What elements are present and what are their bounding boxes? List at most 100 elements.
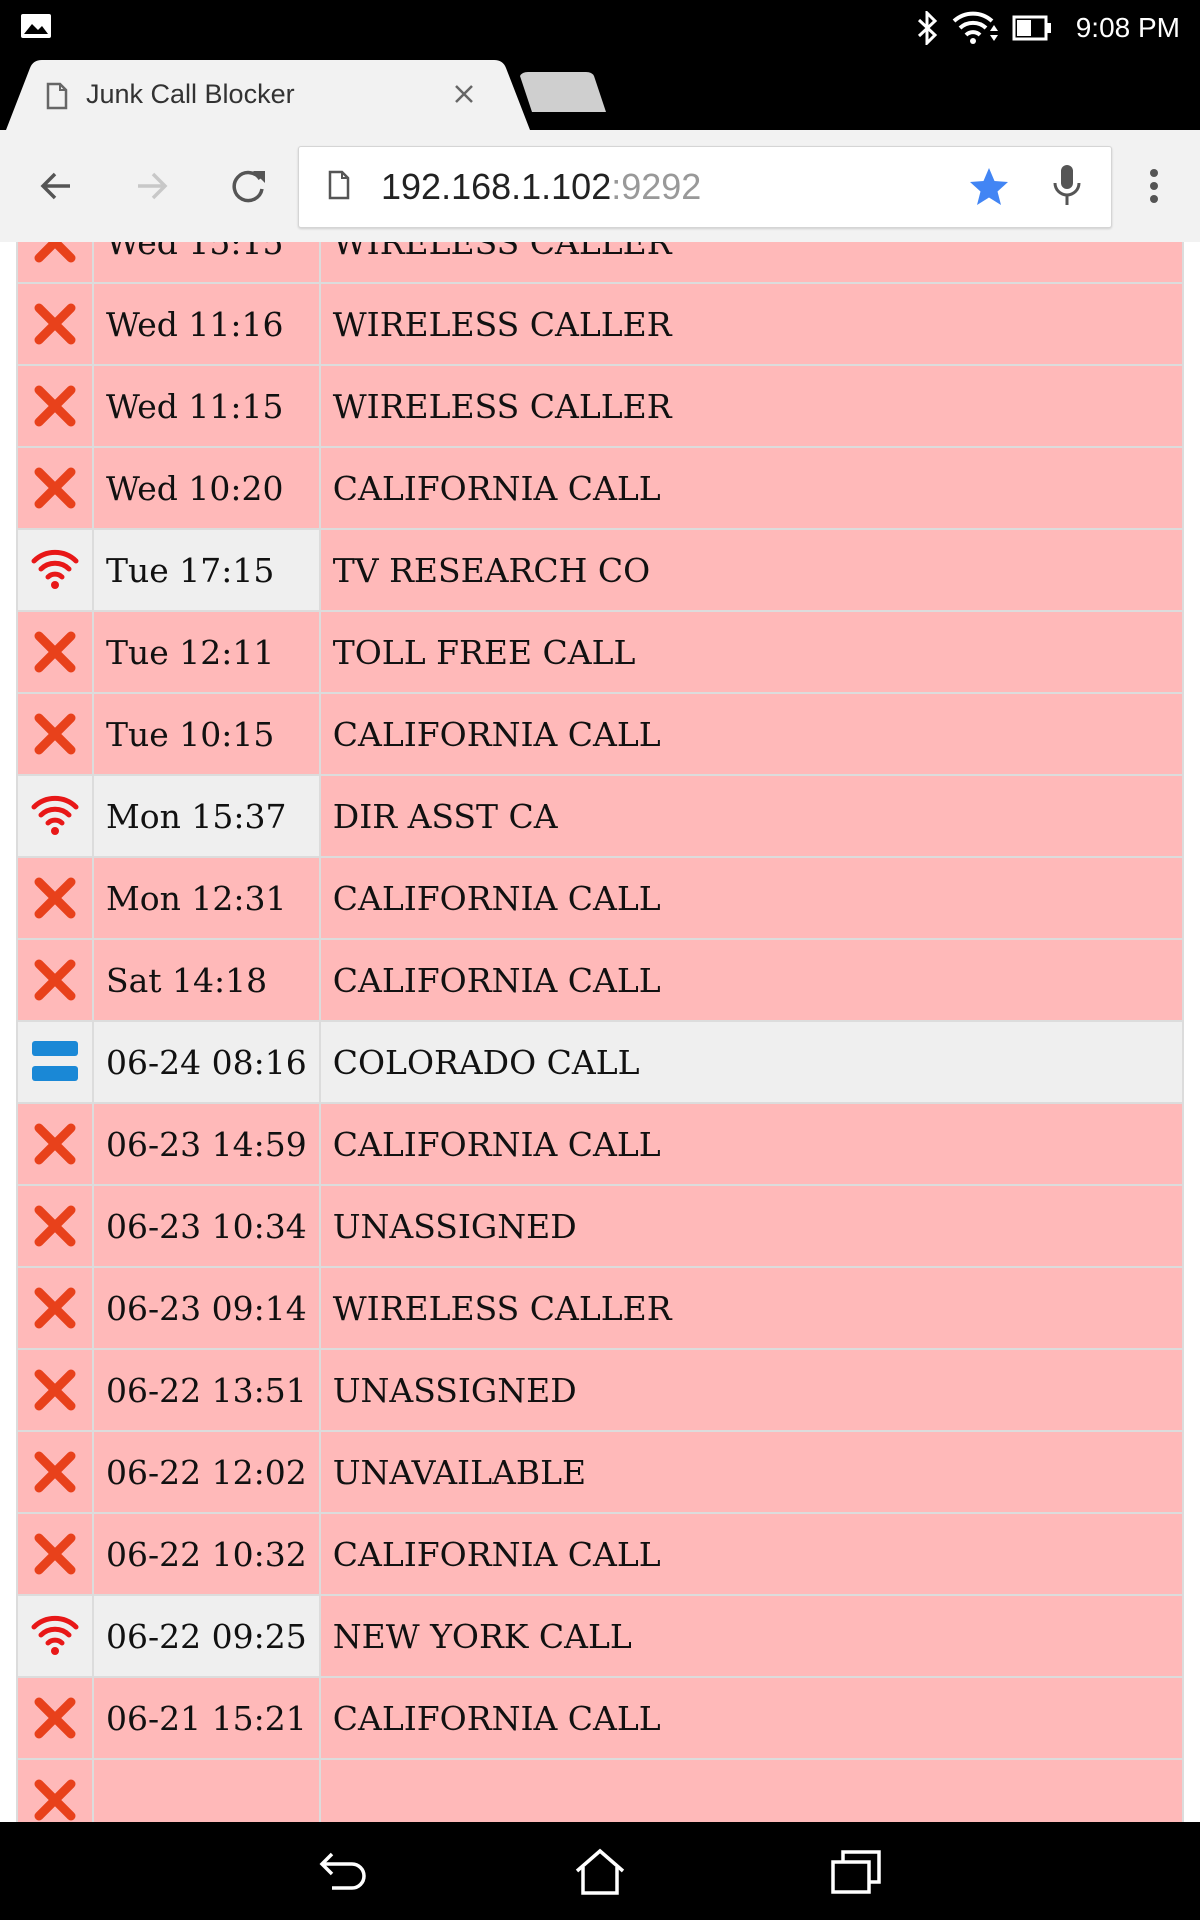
- navigation-bar: [0, 1822, 1200, 1920]
- menu-button[interactable]: [1136, 160, 1172, 212]
- call-row: 06-23 14:59 CALIFORNIA CALL: [16, 1102, 1185, 1186]
- address-bar[interactable]: 192.168.1.102:9292: [298, 146, 1112, 228]
- x-icon: [30, 709, 80, 759]
- caller-name: CALIFORNIA CALL: [318, 446, 1185, 530]
- call-status-cell: [16, 692, 94, 776]
- tab-junk-call-blocker[interactable]: Junk Call Blocker: [6, 60, 530, 130]
- call-time: Tue 12:11: [92, 610, 321, 694]
- page-content: Wed 15:15 WIRELESS CALLER Wed 11:16 WIRELES…: [0, 242, 1200, 1822]
- call-row: Tue 10:15 CALIFORNIA CALL: [16, 692, 1185, 776]
- arrow-back-icon: [40, 172, 70, 200]
- call-status-cell: [16, 774, 94, 858]
- tab-title: Junk Call Blocker: [86, 79, 295, 109]
- call-time: 06-22 12:02: [92, 1430, 321, 1514]
- call-row: Wed 10:20 CALIFORNIA CALL: [16, 446, 1185, 530]
- call-status-cell: [16, 446, 94, 530]
- call-status-cell: [16, 1102, 94, 1186]
- call-time: 06-21 15:21: [92, 1676, 321, 1760]
- call-time: 06-22 09:25: [92, 1594, 321, 1678]
- call-row: 06-22 10:32 CALIFORNIA CALL: [16, 1512, 1185, 1596]
- x-icon: [30, 1447, 80, 1497]
- call-time: Wed 11:15: [92, 364, 321, 448]
- home-icon: [575, 1848, 625, 1895]
- x-icon: [30, 463, 80, 513]
- signal-icon: [30, 791, 80, 841]
- call-row: Tue 17:15 TV RESEARCH CO: [16, 528, 1185, 612]
- call-row: [16, 1758, 1185, 1822]
- call-status-cell: [16, 610, 94, 694]
- microphone-icon[interactable]: [1051, 163, 1083, 209]
- recents-icon: [831, 1850, 881, 1894]
- caller-name: WIRELESS CALLER: [318, 282, 1185, 366]
- bookmark-star-icon[interactable]: [967, 165, 1011, 209]
- caller-name: CALIFORNIA CALL: [318, 692, 1185, 776]
- call-row: 06-21 15:21 CALIFORNIA CALL: [16, 1676, 1185, 1760]
- gallery-notification-icon: [21, 14, 51, 38]
- x-icon: [30, 1283, 80, 1333]
- call-status-cell: [16, 242, 94, 284]
- caller-name: CALIFORNIA CALL: [318, 1512, 1185, 1596]
- nav-home-button[interactable]: [570, 1842, 630, 1902]
- caller-name: WIRELESS CALLER: [318, 242, 1185, 284]
- clock: 9:08 PM: [1075, 12, 1180, 43]
- url-host: 192.168.1.102: [381, 166, 612, 207]
- caller-name: WIRELESS CALLER: [318, 364, 1185, 448]
- call-status-cell: [16, 1266, 94, 1350]
- close-tab-icon[interactable]: [452, 82, 476, 106]
- wifi-icon: [952, 11, 998, 44]
- call-status-cell: [16, 1758, 94, 1822]
- call-status-cell: [16, 1020, 94, 1104]
- call-time: 06-22 13:51: [92, 1348, 321, 1432]
- tab-strip: Junk Call Blocker: [0, 56, 1200, 130]
- equals-icon: [30, 1037, 80, 1087]
- call-row: Wed 11:15 WIRELESS CALLER: [16, 364, 1185, 448]
- call-row: Tue 12:11 TOLL FREE CALL: [16, 610, 1185, 694]
- call-row: 06-23 09:14 WIRELESS CALLER: [16, 1266, 1185, 1350]
- caller-name: CALIFORNIA CALL: [318, 1102, 1185, 1186]
- call-status-cell: [16, 1184, 94, 1268]
- status-bar: 9:08 PM: [0, 0, 1200, 56]
- call-row: Mon 12:31 CALIFORNIA CALL: [16, 856, 1185, 940]
- call-time: Tue 17:15: [92, 528, 321, 612]
- caller-name: NEW YORK CALL: [318, 1594, 1185, 1678]
- call-time: 06-23 09:14: [92, 1266, 321, 1350]
- back-button[interactable]: [30, 160, 82, 212]
- url-port: :9292: [611, 166, 702, 207]
- caller-name: DIR ASST CA: [318, 774, 1185, 858]
- call-time: [92, 1758, 321, 1822]
- nav-recents-button[interactable]: [826, 1842, 886, 1902]
- caller-name: CALIFORNIA CALL: [318, 938, 1185, 1022]
- x-icon: [30, 381, 80, 431]
- new-tab-button[interactable]: [516, 72, 610, 118]
- x-icon: [30, 873, 80, 923]
- caller-name: UNAVAILABLE: [318, 1430, 1185, 1514]
- x-icon: [30, 627, 80, 677]
- call-row: 06-23 10:34 UNASSIGNED: [16, 1184, 1185, 1268]
- call-time: Sat 14:18: [92, 938, 321, 1022]
- call-status-cell: [16, 1594, 94, 1678]
- forward-button[interactable]: [126, 160, 178, 212]
- nav-back-button[interactable]: [314, 1842, 374, 1902]
- bluetooth-icon: [917, 11, 937, 45]
- call-time: Tue 10:15: [92, 692, 321, 776]
- url-text[interactable]: 192.168.1.102:9292: [381, 167, 701, 207]
- call-status-cell: [16, 1430, 94, 1514]
- call-time: 06-23 10:34: [92, 1184, 321, 1268]
- caller-name: UNASSIGNED: [318, 1348, 1185, 1432]
- x-icon: [30, 1119, 80, 1169]
- signal-icon: [30, 545, 80, 595]
- page-info-icon[interactable]: [327, 169, 351, 201]
- x-icon: [30, 1775, 80, 1822]
- caller-name: CALIFORNIA CALL: [318, 856, 1185, 940]
- browser-toolbar: 192.168.1.102:9292: [0, 130, 1200, 243]
- call-row: Mon 15:37 DIR ASST CA: [16, 774, 1185, 858]
- x-icon: [30, 1201, 80, 1251]
- call-log-table: Wed 15:15 WIRELESS CALLER Wed 11:16 WIRELES…: [16, 242, 1185, 1822]
- call-status-cell: [16, 1348, 94, 1432]
- reload-button[interactable]: [222, 160, 274, 212]
- call-status-cell: [16, 1512, 94, 1596]
- call-row: Sat 14:18 CALIFORNIA CALL: [16, 938, 1185, 1022]
- call-time: 06-23 14:59: [92, 1102, 321, 1186]
- caller-name: TOLL FREE CALL: [318, 610, 1185, 694]
- call-time: Wed 15:15: [92, 242, 321, 284]
